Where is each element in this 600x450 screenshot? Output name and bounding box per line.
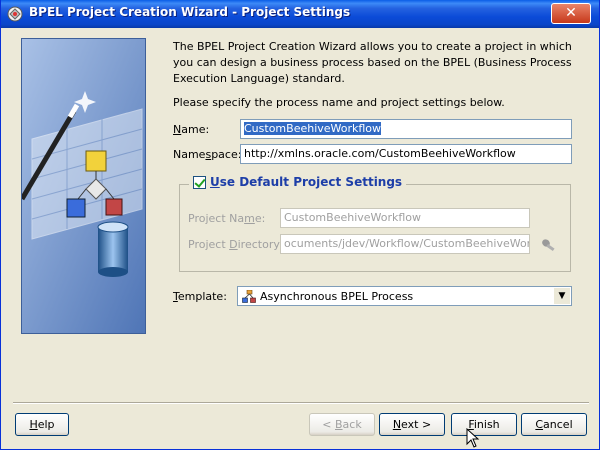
- dropdown-arrow-icon[interactable]: ▼: [554, 288, 570, 304]
- help-button[interactable]: Help: [15, 413, 69, 436]
- title-bar[interactable]: BPEL Project Creation Wizard - Project S…: [1, 0, 599, 28]
- wizard-dialog: BPEL Project Creation Wizard - Project S…: [0, 0, 600, 450]
- project-name-field[interactable]: CustomBeehiveWorkflow: [280, 208, 530, 228]
- template-value: Asynchronous BPEL Process: [260, 290, 414, 303]
- default-settings-toggle[interactable]: Use Default Project Settings: [189, 175, 407, 189]
- wizard-illustration: [22, 39, 145, 333]
- close-icon: ✕: [565, 5, 577, 21]
- window-title: BPEL Project Creation Wizard - Project S…: [29, 5, 351, 19]
- template-dropdown[interactable]: Asynchronous BPEL Process ▼: [237, 286, 572, 306]
- project-directory-label: Project Directory:: [188, 238, 283, 251]
- default-settings-label: Use Default Project Settings: [210, 175, 403, 189]
- dialog-content: The BPEL Project Creation Wizard allows …: [4, 28, 598, 448]
- wizard-description: The BPEL Project Creation Wizard allows …: [173, 40, 572, 85]
- button-separator: [13, 402, 589, 404]
- oracle-jdeveloper-icon: [7, 6, 23, 22]
- next-button[interactable]: Next >: [379, 413, 445, 436]
- wizard-graphic: [21, 38, 146, 334]
- name-field[interactable]: CustomBeehiveWorkflow: [240, 119, 572, 139]
- default-settings-checkbox[interactable]: [193, 175, 206, 189]
- namespace-field[interactable]: http://xmlns.oracle.com/CustomBeehiveWor…: [240, 144, 572, 164]
- project-settings-group: [179, 184, 571, 272]
- project-name-label: Project Name:: [188, 212, 266, 225]
- project-directory-field[interactable]: ocuments/jdev/Workflow/CustomBeehiveWork…: [280, 234, 530, 254]
- back-button[interactable]: < Back: [309, 413, 375, 436]
- namespace-label: Namespace:: [173, 148, 242, 161]
- name-label: Name:: [173, 123, 210, 136]
- browse-flashlight-icon[interactable]: [541, 238, 557, 252]
- finish-button[interactable]: Finish: [451, 413, 517, 436]
- close-button[interactable]: ✕: [551, 3, 591, 24]
- bpel-process-icon: [242, 290, 256, 303]
- mouse-cursor-icon: [466, 428, 480, 448]
- template-label: Template:: [173, 290, 227, 303]
- wizard-instruction: Please specify the process name and proj…: [173, 96, 505, 109]
- cancel-button[interactable]: Cancel: [521, 413, 587, 436]
- name-field-value: CustomBeehiveWorkflow: [244, 122, 382, 135]
